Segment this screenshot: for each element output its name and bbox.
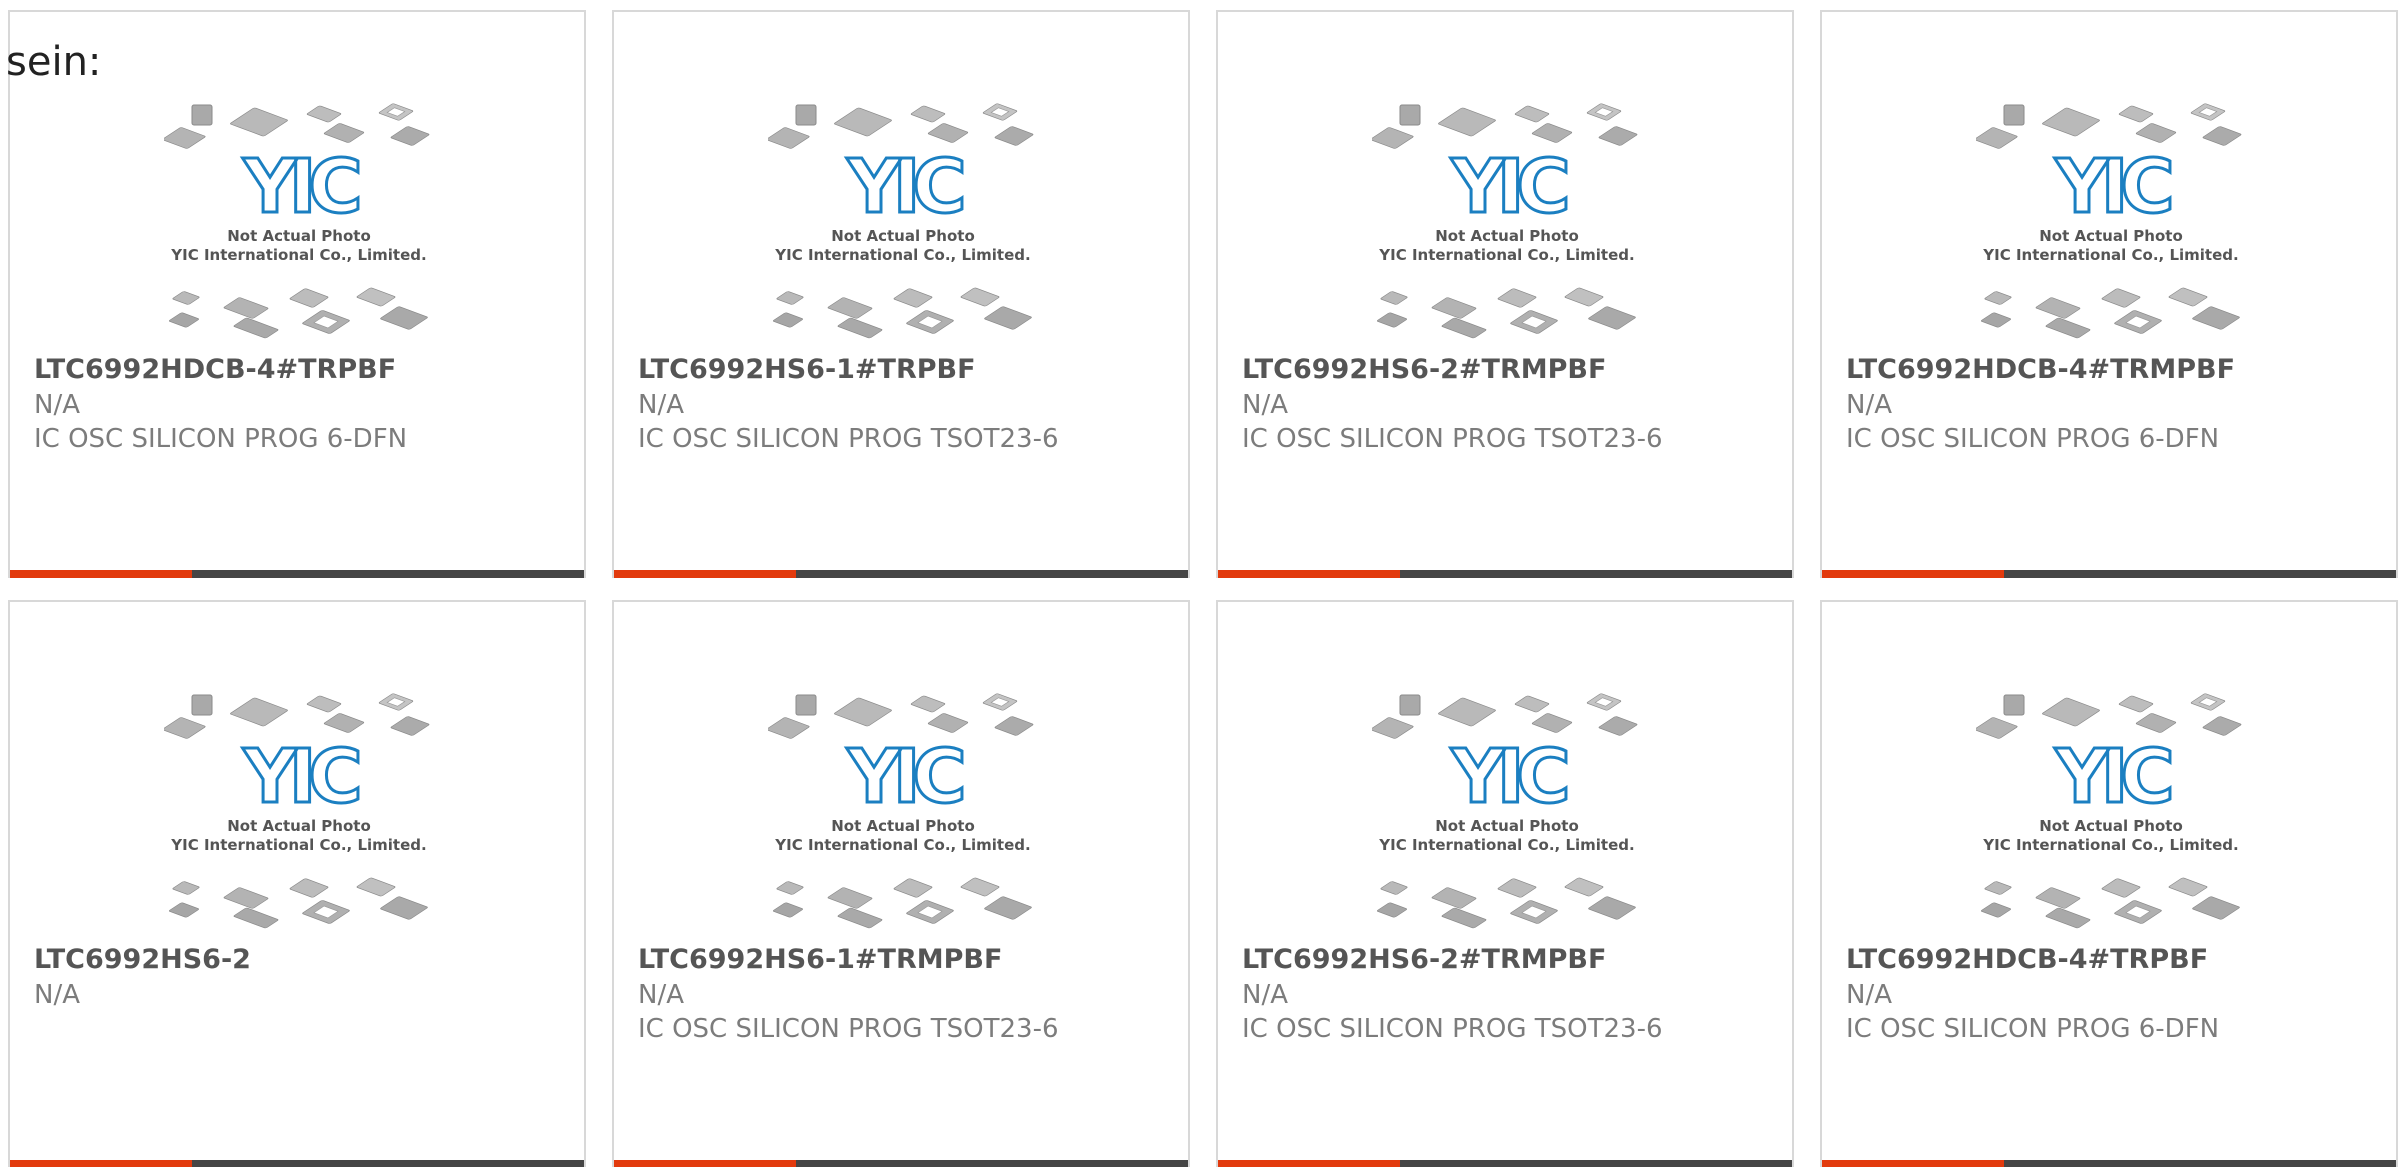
manufacturer: N/A — [1242, 980, 1288, 1010]
part-number[interactable]: LTC6992HS6-2 — [34, 942, 572, 978]
part-number[interactable]: LTC6992HDCB-4#TRMPBF — [1846, 352, 2384, 388]
card-bottom-bar — [1218, 570, 1792, 578]
image-caption: Not Actual Photo — [227, 227, 371, 245]
yic-logo: YIC — [2054, 144, 2170, 230]
product-description: IC OSC SILICON PROG 6-DFN — [1846, 1014, 2220, 1044]
manufacturer: N/A — [1846, 390, 1892, 420]
yic-logo: YIC — [1450, 734, 1566, 820]
product-card[interactable]: YIC Not Actual Photo YIC International Co.… — [1216, 600, 1794, 1167]
chip-packages-placeholder-icon: YICNot Actual PhotoYIC International Co.… — [766, 103, 1034, 339]
product-info: LTC6992HDCB-4#TRPBF N/A IC OSC SILICON P… — [1846, 942, 2384, 1046]
image-caption: YIC International Co., Limited. — [1982, 246, 2238, 264]
image-caption: YIC International Co., Limited. — [1982, 836, 2238, 854]
image-caption: Not Actual Photo — [1435, 817, 1579, 835]
product-image-placeholder: YIC Not Actual Photo YIC International Co.… — [1974, 100, 2246, 340]
yic-logo: YIC — [846, 144, 962, 230]
product-card[interactable]: YIC Not Actual Photo YIC International Co.… — [8, 10, 586, 578]
part-number[interactable]: LTC6992HDCB-4#TRPBF — [1846, 942, 2384, 978]
manufacturer: N/A — [638, 390, 684, 420]
product-info: LTC6992HS6-1#TRPBF N/A IC OSC SILICON PR… — [638, 352, 1176, 456]
product-image-placeholder: YIC Not Actual Photo YIC International Co.… — [1370, 100, 1642, 340]
product-info: LTC6992HDCB-4#TRPBF N/A IC OSC SILICON P… — [34, 352, 572, 456]
product-info: LTC6992HS6-2 N/A — [34, 942, 572, 1012]
image-caption: Not Actual Photo — [227, 817, 371, 835]
card-bar-accent — [1218, 1160, 1400, 1167]
product-image-placeholder: YIC Not Actual Photo YIC International Co.… — [162, 690, 434, 930]
product-card[interactable]: YIC Not Actual Photo YIC International Co.… — [612, 10, 1190, 578]
prefix-text: sein: — [6, 39, 102, 85]
part-number[interactable]: LTC6992HS6-1#TRMPBF — [638, 942, 1176, 978]
product-info: LTC6992HS6-1#TRMPBF N/A IC OSC SILICON P… — [638, 942, 1176, 1046]
image-caption: YIC International Co., Limited. — [1378, 246, 1634, 264]
product-card[interactable]: YIC Not Actual Photo YIC International Co.… — [1820, 10, 2398, 578]
card-bottom-bar — [10, 1160, 584, 1167]
product-description: IC OSC SILICON PROG 6-DFN — [34, 424, 408, 454]
image-caption: Not Actual Photo — [831, 227, 975, 245]
image-caption: YIC International Co., Limited. — [170, 836, 426, 854]
part-number[interactable]: LTC6992HS6-2#TRMPBF — [1242, 942, 1780, 978]
product-image-placeholder: YIC Not Actual Photo YIC International Co.… — [766, 100, 1038, 340]
card-bottom-bar — [10, 570, 584, 578]
card-bar-accent — [614, 570, 796, 578]
page: sein: YIC Not Actual Photo YIC Internation… — [0, 0, 2400, 1167]
card-bottom-bar — [614, 570, 1188, 578]
product-grid: YIC Not Actual Photo YIC International Co.… — [8, 10, 2398, 1167]
image-caption: YIC International Co., Limited. — [170, 246, 426, 264]
image-caption: Not Actual Photo — [1435, 227, 1579, 245]
yic-logo: YIC — [242, 144, 358, 230]
image-caption: YIC International Co., Limited. — [774, 836, 1030, 854]
chip-packages-placeholder-icon: YICNot Actual PhotoYIC International Co.… — [162, 103, 430, 339]
yic-logo: YIC — [242, 734, 358, 820]
image-caption: Not Actual Photo — [831, 817, 975, 835]
product-description: IC OSC SILICON PROG TSOT23-6 — [1242, 1014, 1663, 1044]
card-bottom-bar — [1218, 1160, 1792, 1167]
product-description: IC OSC SILICON PROG TSOT23-6 — [638, 1014, 1059, 1044]
yic-logo: YIC — [846, 734, 962, 820]
product-card[interactable]: YIC Not Actual Photo YIC International Co.… — [612, 600, 1190, 1167]
chip-packages-placeholder-icon: YICNot Actual PhotoYIC International Co.… — [1370, 693, 1638, 929]
product-info: LTC6992HS6-2#TRMPBF N/A IC OSC SILICON P… — [1242, 352, 1780, 456]
card-bar-accent — [10, 570, 192, 578]
product-description: IC OSC SILICON PROG TSOT23-6 — [638, 424, 1059, 454]
product-card[interactable]: YIC Not Actual Photo YIC International Co.… — [1216, 10, 1794, 578]
chip-packages-placeholder-icon: YICNot Actual PhotoYIC International Co.… — [1370, 103, 1638, 339]
yic-logo: YIC — [2054, 734, 2170, 820]
chip-packages-placeholder-icon: YICNot Actual PhotoYIC International Co.… — [1974, 103, 2242, 339]
card-bottom-bar — [1822, 1160, 2396, 1167]
chip-packages-placeholder-icon: YICNot Actual PhotoYIC International Co.… — [766, 693, 1034, 929]
image-caption: Not Actual Photo — [2039, 817, 2183, 835]
product-image-placeholder: YIC Not Actual Photo YIC International Co.… — [162, 100, 434, 340]
manufacturer: N/A — [638, 980, 684, 1010]
card-bottom-bar — [1822, 570, 2396, 578]
card-bar-accent — [1218, 570, 1400, 578]
product-description: IC OSC SILICON PROG TSOT23-6 — [1242, 424, 1663, 454]
card-bar-accent — [1822, 1160, 2004, 1167]
product-image-placeholder: YIC Not Actual Photo YIC International Co.… — [1974, 690, 2246, 930]
product-info: LTC6992HS6-2#TRMPBF N/A IC OSC SILICON P… — [1242, 942, 1780, 1046]
image-caption: Not Actual Photo — [2039, 227, 2183, 245]
product-card[interactable]: YIC Not Actual Photo YIC International Co.… — [8, 600, 586, 1167]
manufacturer: N/A — [1242, 390, 1288, 420]
card-bar-accent — [1822, 570, 2004, 578]
part-number[interactable]: LTC6992HS6-2#TRMPBF — [1242, 352, 1780, 388]
manufacturer: N/A — [34, 980, 80, 1010]
manufacturer: N/A — [34, 390, 80, 420]
product-card[interactable]: YIC Not Actual Photo YIC International Co.… — [1820, 600, 2398, 1167]
image-caption: YIC International Co., Limited. — [774, 246, 1030, 264]
card-bottom-bar — [614, 1160, 1188, 1167]
manufacturer: N/A — [1846, 980, 1892, 1010]
product-image-placeholder: YIC Not Actual Photo YIC International Co.… — [1370, 690, 1642, 930]
card-bar-accent — [614, 1160, 796, 1167]
part-number[interactable]: LTC6992HS6-1#TRPBF — [638, 352, 1176, 388]
product-description: IC OSC SILICON PROG 6-DFN — [1846, 424, 2220, 454]
product-image-placeholder: YIC Not Actual Photo YIC International Co.… — [766, 690, 1038, 930]
image-caption: YIC International Co., Limited. — [1378, 836, 1634, 854]
chip-packages-placeholder-icon: YICNot Actual PhotoYIC International Co.… — [162, 693, 430, 929]
product-info: LTC6992HDCB-4#TRMPBF N/A IC OSC SILICON … — [1846, 352, 2384, 456]
chip-packages-placeholder-icon: YICNot Actual PhotoYIC International Co.… — [1974, 693, 2242, 929]
card-bar-accent — [10, 1160, 192, 1167]
part-number[interactable]: LTC6992HDCB-4#TRPBF — [34, 352, 572, 388]
yic-logo: YIC — [1450, 144, 1566, 230]
